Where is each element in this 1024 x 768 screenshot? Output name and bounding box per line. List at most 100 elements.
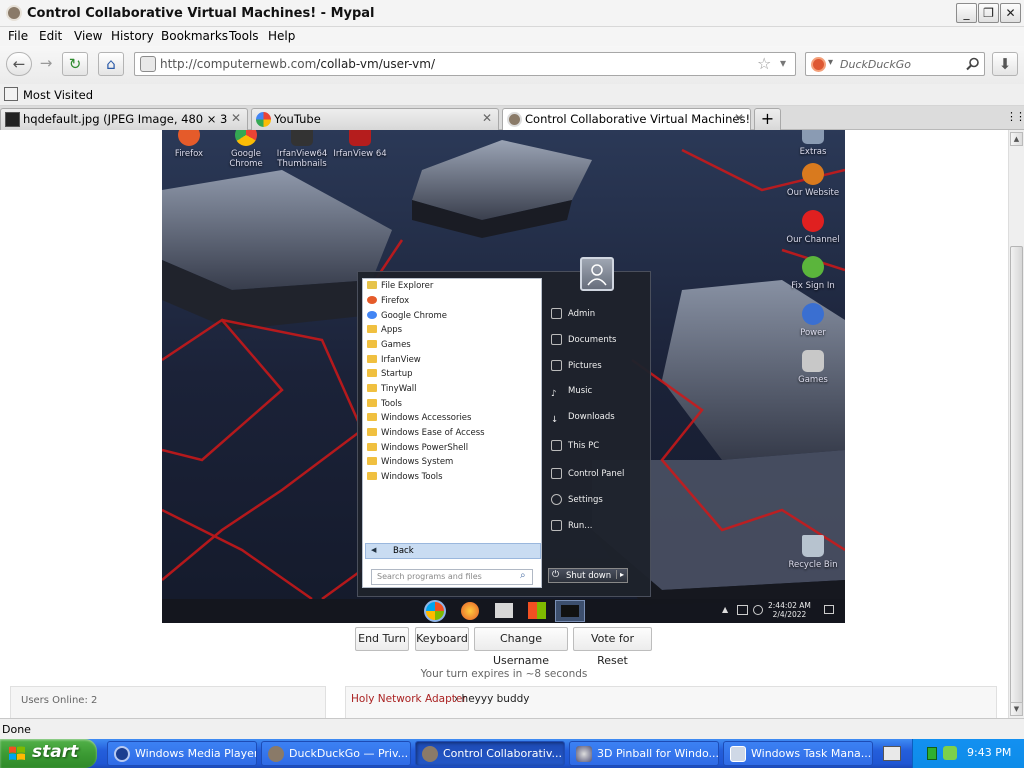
desktop-icon-firefox[interactable]: Firefox: [162, 130, 219, 159]
start-item-powershell[interactable]: Windows PowerShell: [367, 443, 468, 457]
menu-file[interactable]: File: [8, 29, 28, 43]
start-item-startup[interactable]: Startup: [367, 369, 413, 383]
keyboard-layout-icon[interactable]: [883, 746, 901, 761]
desktop-icon-our-channel[interactable]: Our Channel: [783, 210, 843, 245]
vm-tray-up-arrow-icon[interactable]: ▲: [722, 605, 728, 614]
desktop-icon-extras[interactable]: Extras: [783, 130, 843, 157]
start-item-ease-of-access[interactable]: Windows Ease of Access: [367, 428, 485, 442]
vm-clock[interactable]: 2:44:02 AM 2/4/2022: [768, 601, 811, 619]
page-scrollbar[interactable]: ▲ ▼: [1008, 130, 1024, 718]
home-button[interactable]: ⌂: [98, 52, 124, 76]
taskbar-clock[interactable]: 9:43 PM: [967, 746, 1011, 759]
tray-status-icon[interactable]: [927, 747, 937, 760]
menu-edit[interactable]: Edit: [39, 29, 62, 43]
start-link-admin[interactable]: Admin: [551, 308, 595, 319]
desktop-icon-power[interactable]: Power: [783, 303, 843, 338]
url-dropdown-icon[interactable]: ▾: [780, 56, 786, 70]
search-bar[interactable]: ▾ DuckDuckGo: [805, 52, 985, 76]
vm-taskbar-store-icon[interactable]: [528, 602, 546, 619]
vm-taskbar-terminal-icon[interactable]: [555, 600, 585, 622]
user-avatar[interactable]: [580, 257, 614, 291]
start-item-firefox[interactable]: Firefox: [367, 296, 409, 310]
desktop-icon-recycle-bin[interactable]: Recycle Bin: [783, 535, 843, 570]
tab-collab-vm[interactable]: Control Collaborative Virtual Machines! …: [502, 108, 751, 131]
desktop-icon-irfanview-thumbs[interactable]: IrfanView64 Thumbnails: [272, 130, 332, 169]
vm-tray-network-icon[interactable]: [737, 605, 748, 615]
taskbar-3d-pinball[interactable]: 3D Pinball for Windo...: [569, 741, 719, 766]
tab-close-icon[interactable]: ✕: [734, 111, 744, 125]
vm-taskbar-explorer-icon[interactable]: [495, 603, 513, 618]
scroll-up-icon[interactable]: ▲: [1010, 132, 1023, 146]
menu-view[interactable]: View: [74, 29, 102, 43]
reload-button[interactable]: ↻: [62, 52, 88, 76]
search-icon[interactable]: [966, 57, 980, 71]
tab-close-icon[interactable]: ✕: [482, 111, 492, 125]
vm-screen[interactable]: Firefox Google Chrome IrfanView64 Thumbn…: [162, 130, 845, 623]
menu-history[interactable]: History: [111, 29, 154, 43]
forward-button[interactable]: →: [33, 52, 59, 76]
start-link-pictures[interactable]: Pictures: [551, 360, 602, 371]
search-engine-dropdown-icon[interactable]: ▾: [828, 57, 833, 68]
desktop-icon-chrome[interactable]: Google Chrome: [216, 130, 276, 169]
start-item-windows-accessories[interactable]: Windows Accessories: [367, 413, 471, 427]
start-item-games[interactable]: Games: [367, 340, 411, 354]
vm-notification-icon[interactable]: [824, 605, 834, 614]
taskbar-task-manager[interactable]: Windows Task Mana...: [723, 741, 873, 766]
start-item-tools[interactable]: Tools: [367, 399, 402, 413]
vm-start-orb[interactable]: [424, 600, 446, 622]
taskbar-windows-media-player[interactable]: Windows Media Player: [107, 741, 257, 766]
menu-tools[interactable]: Tools: [229, 29, 259, 43]
scroll-down-icon[interactable]: ▼: [1010, 702, 1023, 716]
close-button[interactable]: ✕: [1000, 3, 1021, 23]
start-item-windows-system[interactable]: Windows System: [367, 457, 453, 471]
change-username-button[interactable]: Change Username: [474, 627, 568, 667]
start-item-file-explorer[interactable]: File Explorer: [367, 281, 433, 295]
vote-for-reset-button[interactable]: Vote for Reset: [573, 627, 652, 667]
vm-taskbar-firefox-icon[interactable]: [461, 602, 479, 620]
tab-youtube[interactable]: YouTube ✕: [251, 108, 499, 130]
desktop-icon-irfanview[interactable]: IrfanView 64: [330, 130, 390, 159]
start-item-apps[interactable]: Apps: [367, 325, 402, 339]
scrollbar-thumb[interactable]: [1010, 246, 1023, 716]
start-item-irfanview[interactable]: IrfanView: [367, 355, 421, 369]
start-search-box[interactable]: Search programs and files ⌕: [371, 569, 533, 585]
menu-help[interactable]: Help: [268, 29, 295, 43]
most-visited-bookmark[interactable]: Most Visited: [23, 88, 93, 102]
site-identity-icon[interactable]: [140, 56, 156, 72]
tray-network-icon[interactable]: [943, 746, 957, 760]
desktop-icon-fix-sign-in[interactable]: Fix Sign In: [783, 256, 843, 291]
duckduckgo-icon[interactable]: [811, 57, 826, 72]
window-title-bar[interactable]: Control Collaborative Virtual Machines! …: [0, 0, 1024, 27]
tab-hqdefault[interactable]: hqdefault.jpg (JPEG Image, 480 × 360 pi.…: [0, 108, 248, 130]
start-link-run[interactable]: Run...: [551, 520, 592, 531]
start-button[interactable]: start: [0, 739, 97, 768]
new-tab-button[interactable]: +: [754, 108, 781, 130]
menu-bookmarks[interactable]: Bookmarks: [161, 29, 228, 43]
url-bar[interactable]: http://computernewb.com/collab-vm/user-v…: [134, 52, 796, 76]
start-link-downloads[interactable]: ↓ Downloads: [551, 412, 615, 426]
shutdown-options-arrow-icon[interactable]: ▸: [616, 570, 624, 579]
start-item-tinywall[interactable]: TinyWall: [367, 384, 417, 398]
desktop-icon-our-website[interactable]: Our Website: [783, 163, 843, 198]
bookmark-star-icon[interactable]: ☆: [757, 54, 771, 73]
tab-close-icon[interactable]: ✕: [231, 111, 241, 125]
keyboard-button[interactable]: Keyboard: [415, 627, 469, 651]
shutdown-button[interactable]: ⏻ Shut down ▸: [548, 568, 628, 583]
vm-tray-volume-icon[interactable]: [753, 605, 763, 615]
taskbar-duckduckgo[interactable]: DuckDuckGo — Priv...: [261, 741, 411, 766]
start-link-control-panel[interactable]: Control Panel: [551, 468, 624, 479]
start-link-music[interactable]: ♪ Music: [551, 386, 592, 400]
back-button[interactable]: ←: [6, 52, 32, 76]
end-turn-button[interactable]: End Turn: [355, 627, 409, 651]
start-link-documents[interactable]: Documents: [551, 334, 616, 345]
start-link-this-pc[interactable]: This PC: [551, 440, 599, 451]
start-item-windows-tools[interactable]: Windows Tools: [367, 472, 443, 486]
start-item-chrome[interactable]: Google Chrome: [367, 311, 447, 325]
minimize-button[interactable]: _: [956, 3, 977, 23]
list-all-tabs-icon[interactable]: ⋮⋮: [1006, 110, 1024, 123]
maximize-button[interactable]: ❐: [978, 3, 999, 23]
start-back-button[interactable]: ◀ Back: [365, 543, 541, 559]
start-link-settings[interactable]: Settings: [551, 494, 603, 505]
downloads-button[interactable]: ⬇: [992, 52, 1018, 76]
desktop-icon-games[interactable]: Games: [783, 350, 843, 385]
